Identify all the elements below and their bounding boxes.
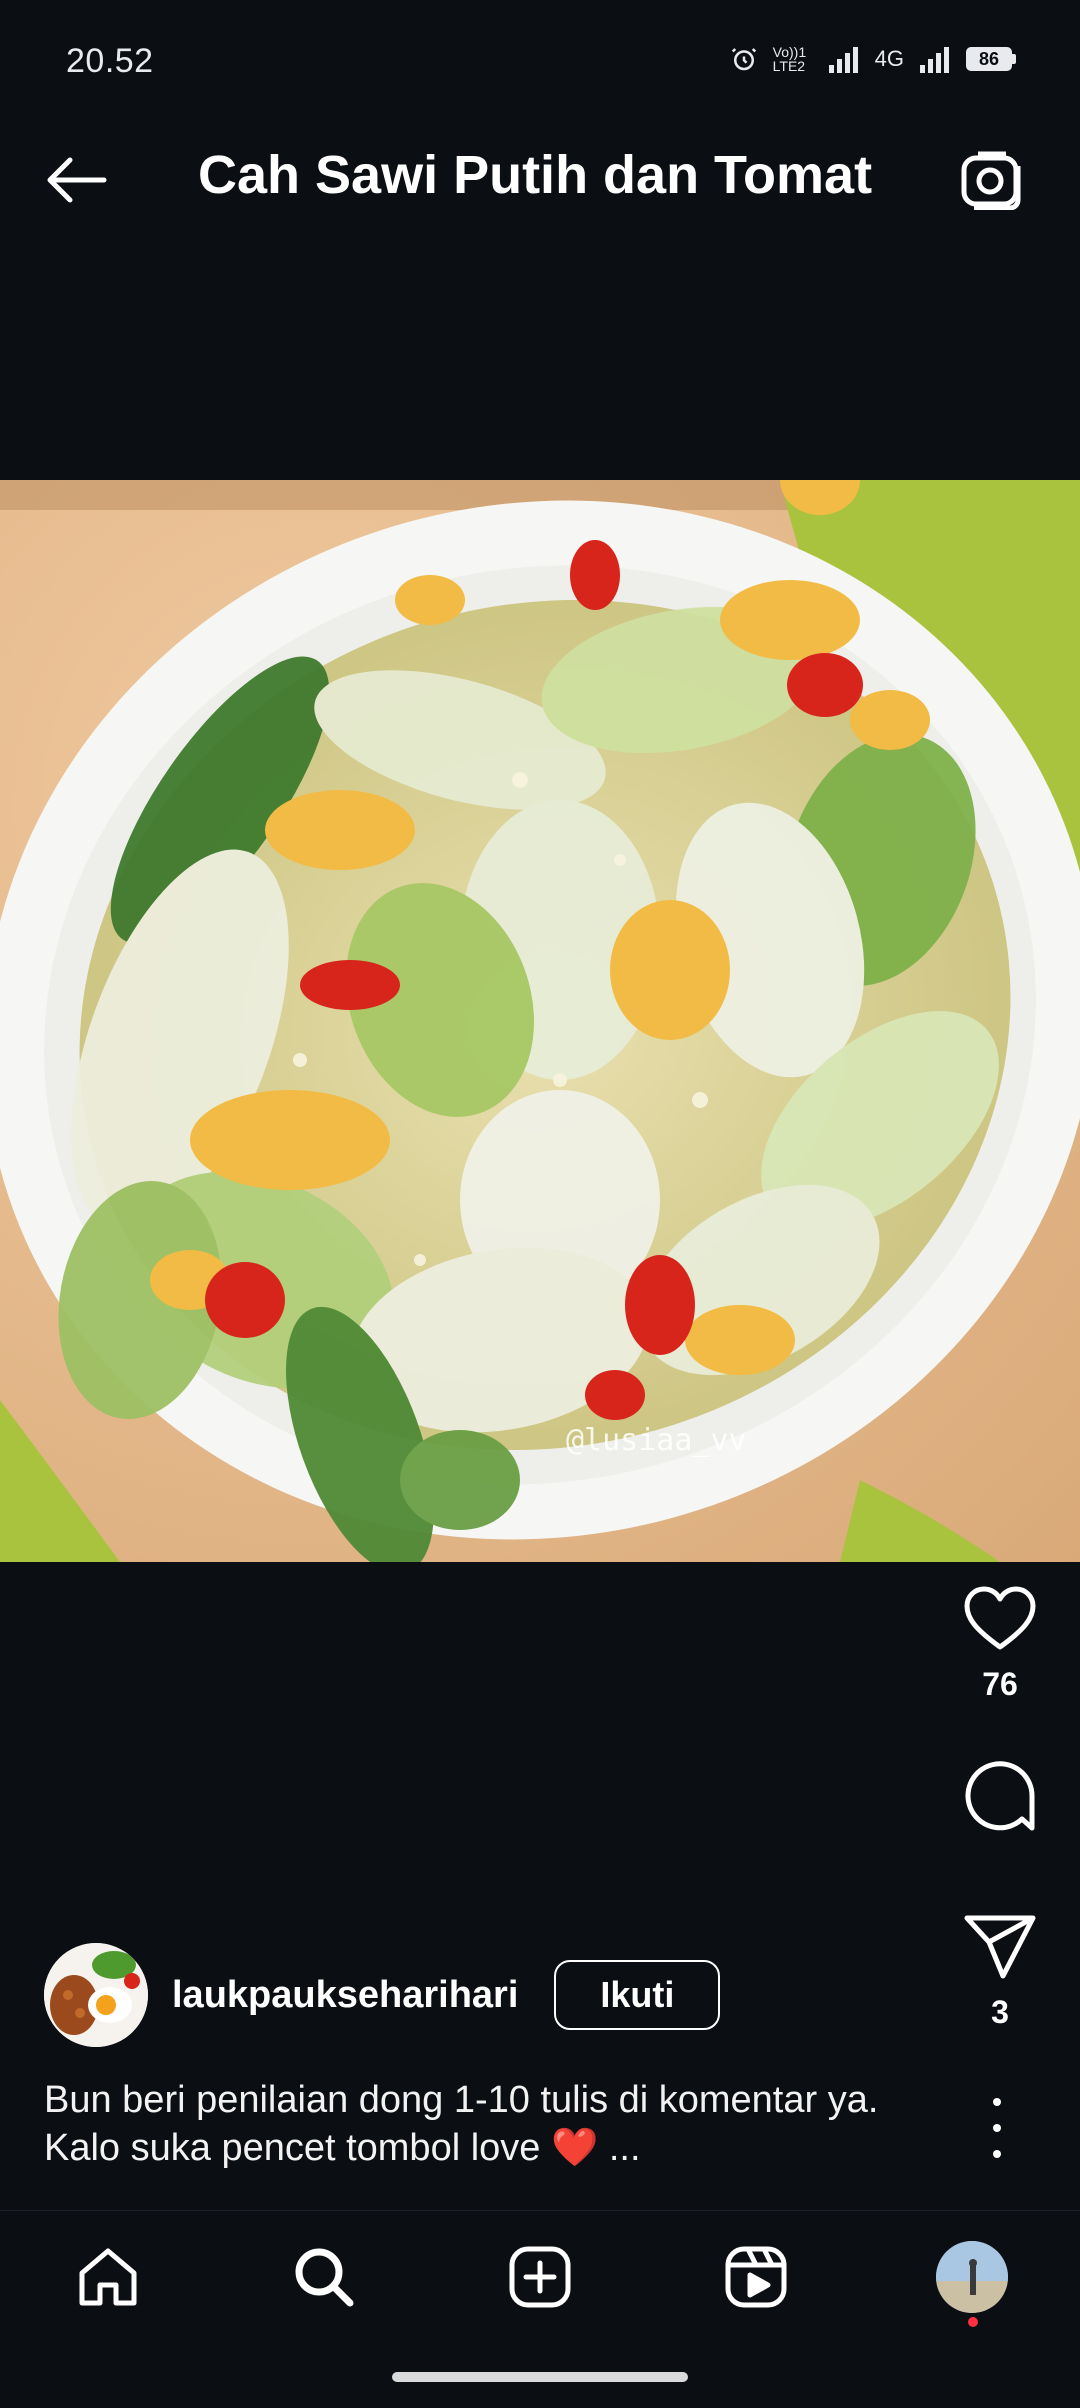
dot <box>993 2098 1001 2106</box>
status-bar: 20.52 Vo))1 LTE2 4G 86 <box>0 0 1080 100</box>
author-avatar[interactable] <box>44 1943 148 2047</box>
watermark: @lusiaa_vv <box>566 1423 747 1458</box>
profile-avatar-image <box>936 2241 1008 2313</box>
signal-icon <box>828 47 858 73</box>
follow-button[interactable]: Ikuti <box>554 1960 721 2030</box>
heart-icon[interactable] <box>963 1586 1037 1652</box>
caption-line-1: Bun beri penilaian dong 1-10 tulis di ko… <box>44 2079 879 2121</box>
profile-avatar <box>936 2241 1008 2313</box>
home-indicator[interactable] <box>392 2372 688 2382</box>
caption-line-2-text: Kalo suka pencet tombol love <box>44 2127 541 2169</box>
send-icon[interactable] <box>963 1914 1037 1980</box>
camera-button[interactable] <box>952 142 1032 218</box>
nav-create[interactable] <box>490 2237 590 2317</box>
notification-dot <box>968 2317 978 2327</box>
dot <box>993 2150 1001 2158</box>
comment-action <box>920 1758 1080 1834</box>
author-username[interactable]: laukpaukseharihari <box>172 1974 518 2017</box>
food-photo: @lusiaa_vv <box>0 480 1080 1562</box>
author-row: laukpaukseharihari Ikuti <box>44 1942 721 2048</box>
like-action: 76 <box>920 1586 1080 1703</box>
post-caption[interactable]: Bun beri penilaian dong 1-10 tulis di ko… <box>44 2076 944 2172</box>
header: Cah Sawi Putih dan Tomat <box>0 120 1080 236</box>
alarm-icon <box>731 48 756 71</box>
nav-reels[interactable] <box>706 2237 806 2317</box>
network-label: 4G <box>874 46 904 71</box>
search-icon <box>295 2248 354 2307</box>
signal-icon-2 <box>920 47 949 73</box>
share-action: 3 <box>920 1914 1080 2031</box>
more-options-button[interactable] <box>982 2098 1012 2158</box>
arrow-left-icon <box>47 157 107 203</box>
caption-more[interactable]: ... <box>609 2127 641 2169</box>
nav-profile[interactable] <box>922 2237 1022 2327</box>
status-time: 20.52 <box>66 42 154 80</box>
dot <box>993 2124 1001 2132</box>
bottom-nav <box>0 2210 1080 2347</box>
create-icon <box>509 2246 571 2308</box>
nav-search[interactable] <box>274 2237 374 2317</box>
status-icons: Vo))1 LTE2 4G 86 <box>729 44 1016 74</box>
comment-icon[interactable] <box>962 1758 1038 1834</box>
battery-level: 86 <box>966 47 1012 71</box>
camera-icon <box>961 151 1021 210</box>
battery-icon: 86 <box>966 47 1016 71</box>
like-count: 76 <box>982 1666 1018 1702</box>
post-image[interactable]: @lusiaa_vv <box>0 480 1080 1562</box>
reels-icon <box>725 2246 787 2308</box>
home-icon <box>79 2248 137 2306</box>
nav-home[interactable] <box>58 2237 158 2317</box>
share-count: 3 <box>991 1994 1009 2030</box>
volte-label: Vo))1 LTE2 <box>772 44 807 74</box>
caption-line-2: Kalo suka pencet tombol love ❤️ ... <box>44 2124 944 2172</box>
back-button[interactable] <box>36 148 116 212</box>
author-avatar-image <box>44 1943 148 2047</box>
page-title: Cah Sawi Putih dan Tomat <box>198 145 873 205</box>
screen: 20.52 Vo))1 LTE2 4G 86 Cah Sawi Putih da… <box>0 0 1080 2408</box>
caption-heart: ❤️ <box>550 2127 599 2169</box>
